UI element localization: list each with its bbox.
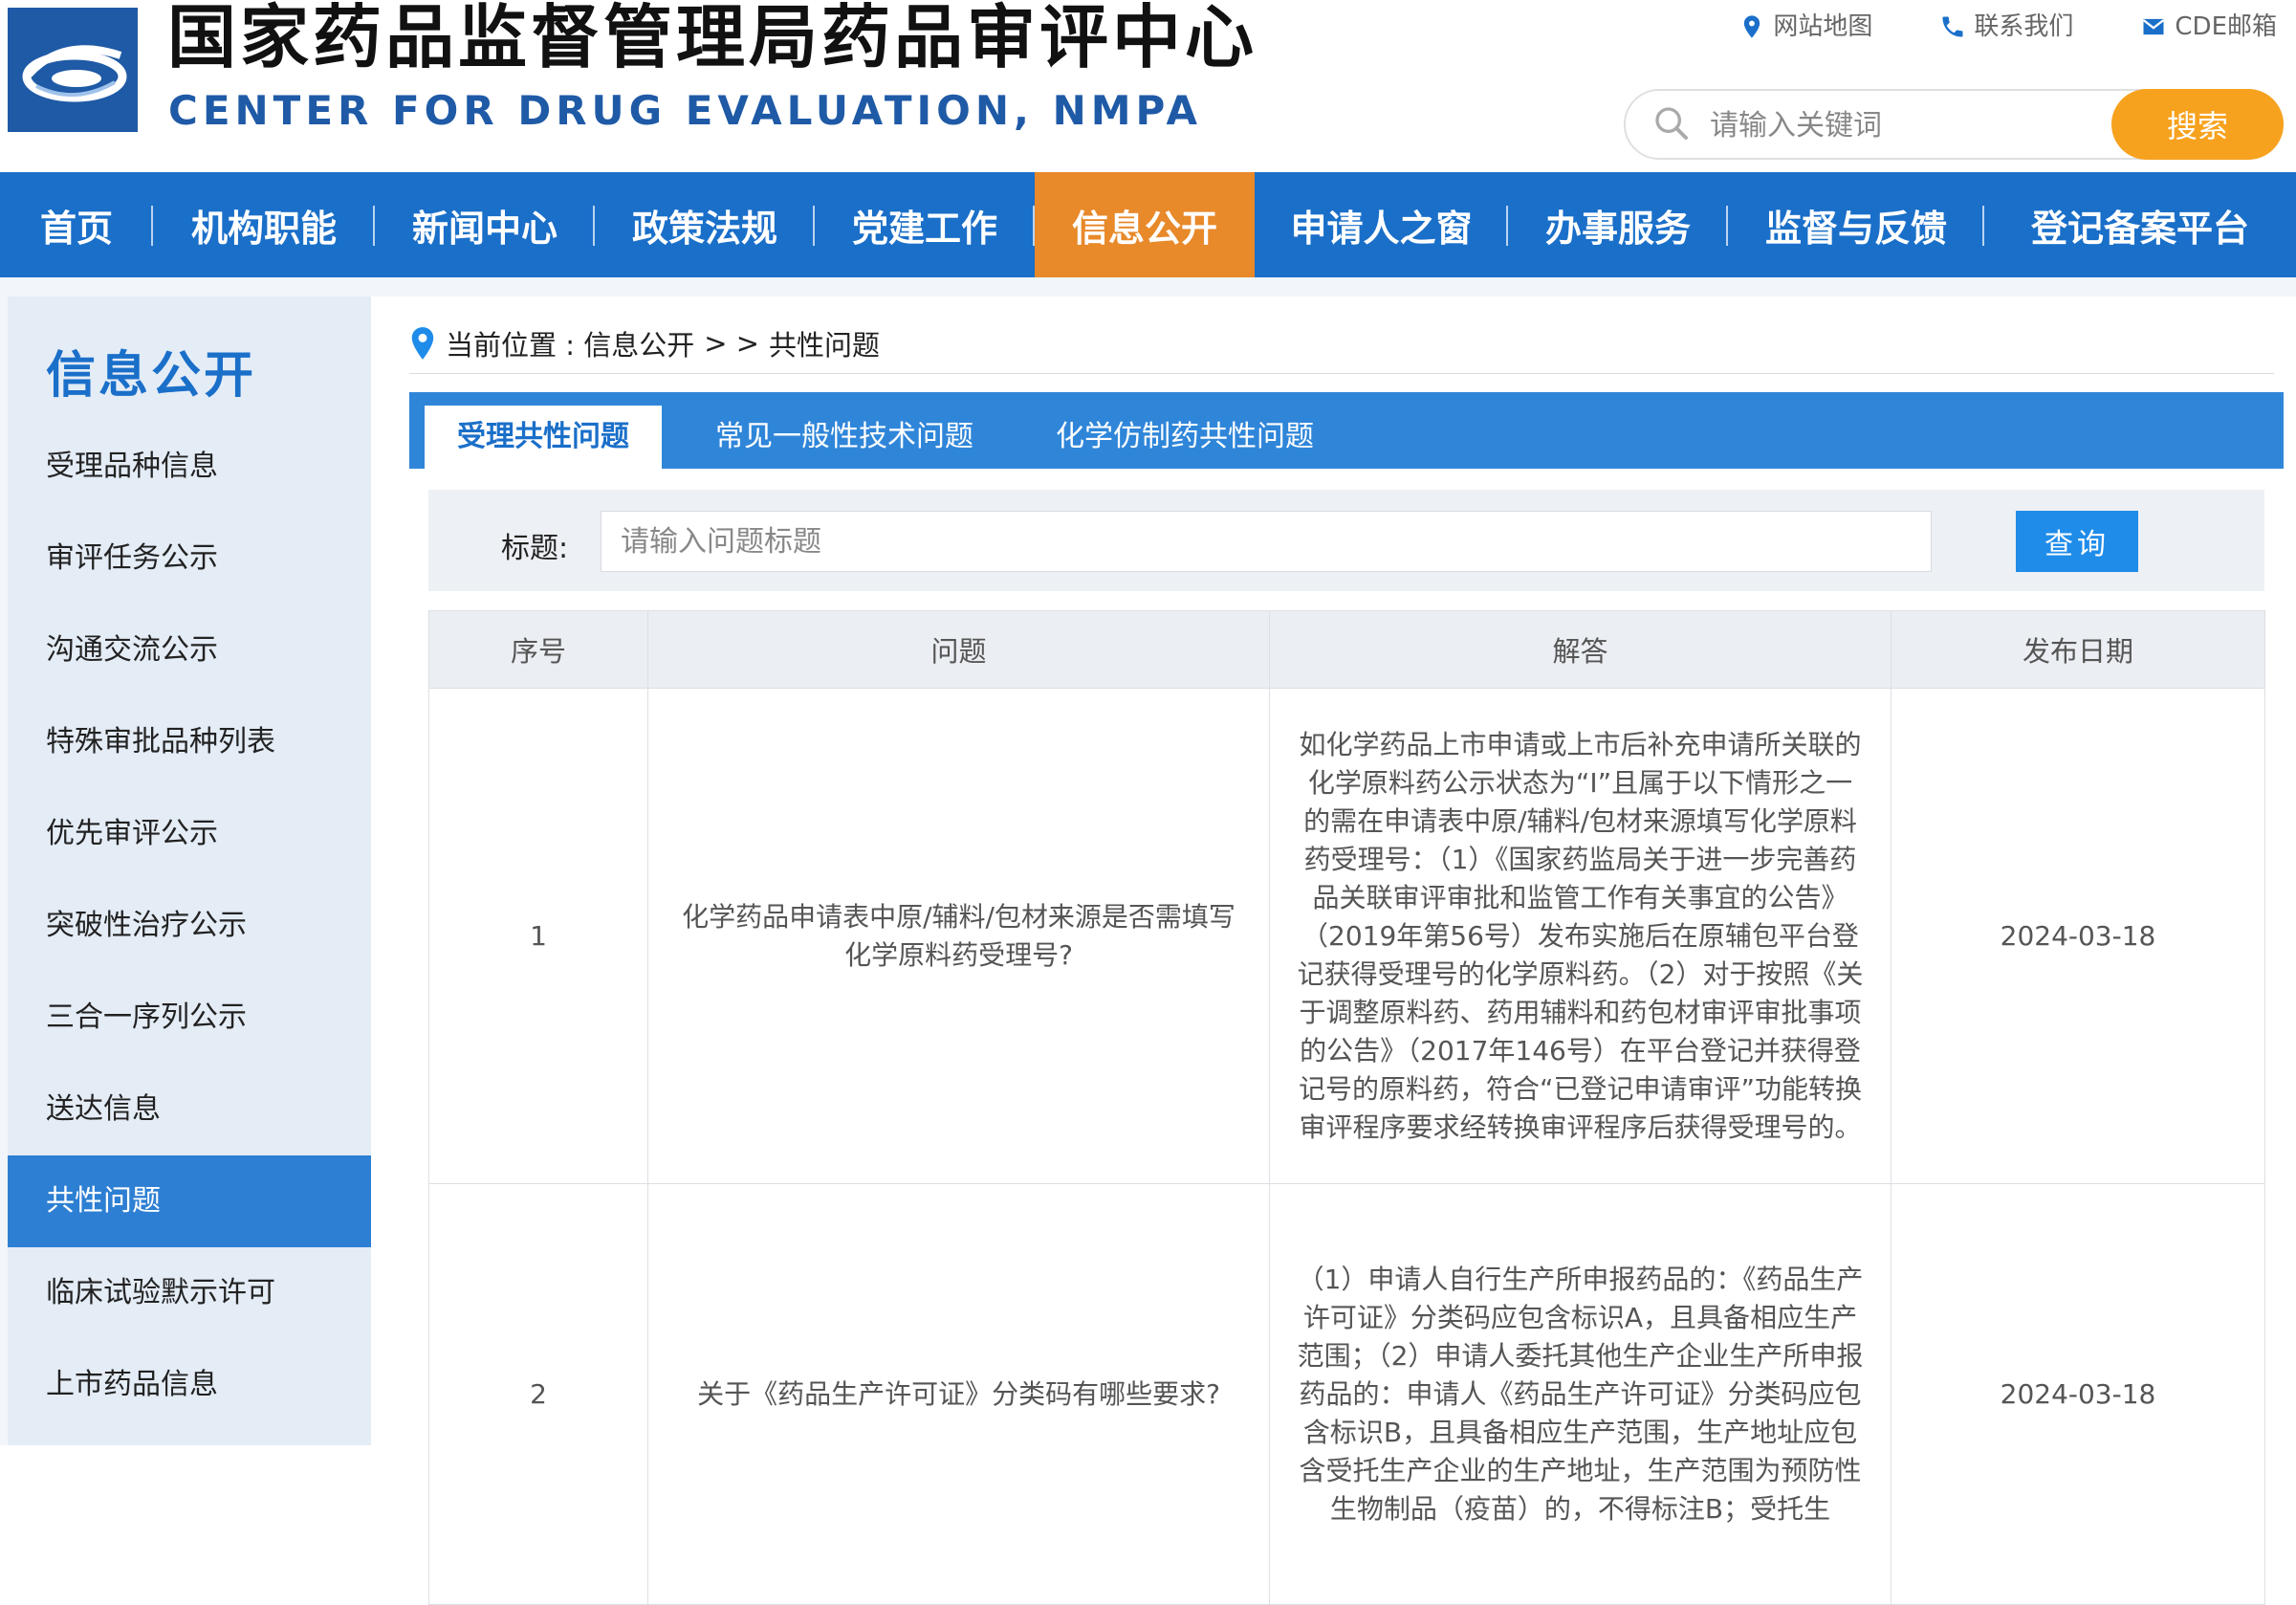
row-no: 2 — [428, 1183, 648, 1605]
sidebar-item-review-tasks[interactable]: 审评任务公示 — [8, 513, 371, 605]
sitemap-link[interactable]: 网站地图 — [1738, 10, 1872, 44]
breadcrumb-separator: > > — [704, 327, 760, 360]
tab-bar: 受理共性问题 常见一般性技术问题 化学仿制药共性问题 — [409, 392, 2284, 469]
tab-acceptance-issues[interactable]: 受理共性问题 — [425, 406, 662, 469]
header-question: 问题 — [647, 610, 1270, 689]
sidebar-item-marketed-drugs[interactable]: 上市药品信息 — [8, 1339, 371, 1431]
sidebar-item-three-in-one[interactable]: 三合一序列公示 — [8, 972, 371, 1064]
nav-news[interactable]: 新闻中心 — [375, 172, 595, 277]
contact-link[interactable]: 联系我们 — [1939, 10, 2073, 44]
mail-icon — [2143, 18, 2165, 35]
table-row: 2 关于《药品生产许可证》分类码有哪些要求? （1）申请人自行生产所申报药品的：… — [428, 1183, 2265, 1605]
filter-bar: 标题: 查询 — [428, 490, 2264, 591]
row-no: 1 — [428, 688, 648, 1184]
title-filter-input[interactable] — [601, 511, 1932, 572]
search-button[interactable]: 搜索 — [2111, 89, 2284, 160]
sidebar-item-accepted-varieties[interactable]: 受理品种信息 — [8, 421, 371, 513]
query-button[interactable]: 查询 — [2016, 511, 2138, 572]
nav-home[interactable]: 首页 — [0, 172, 153, 277]
sidebar-item-breakthrough[interactable]: 突破性治疗公示 — [8, 880, 371, 972]
sidebar-menu: 受理品种信息 审评任务公示 沟通交流公示 特殊审批品种列表 优先审评公示 突破性… — [8, 421, 371, 1431]
breadcrumb-divider — [409, 373, 2274, 374]
sitemap-label: 网站地图 — [1773, 12, 1873, 41]
nav-applicant[interactable]: 申请人之窗 — [1255, 172, 1508, 277]
nav-party[interactable]: 党建工作 — [815, 172, 1035, 277]
header-date: 发布日期 — [1891, 610, 2265, 689]
header-answer: 解答 — [1269, 610, 1891, 689]
sidebar-item-communication[interactable]: 沟通交流公示 — [8, 605, 371, 696]
main-content: 当前位置 : 信息公开 > > 共性问题 受理共性问题 常见一般性技术问题 化学… — [371, 297, 2296, 1605]
breadcrumb-prefix[interactable]: 当前位置 : 信息公开 — [446, 323, 694, 363]
title-filter-label: 标题: — [501, 532, 569, 565]
sidebar-item-special-approval[interactable]: 特殊审批品种列表 — [8, 696, 371, 788]
nav-info-public[interactable]: 信息公开 — [1035, 172, 1255, 277]
site-header: 国家药品监督管理局药品审评中心 CENTER FOR DRUG EVALUATI… — [0, 0, 2296, 172]
nav-functions[interactable]: 机构职能 — [153, 172, 375, 277]
site-search: 搜索 — [1624, 89, 2284, 160]
logo-emblem-icon — [8, 8, 138, 132]
mailbox-label: CDE邮箱 — [2175, 12, 2277, 41]
site-title-en: CENTER FOR DRUG EVALUATION, NMPA — [168, 87, 1202, 134]
nav-registration[interactable]: 登记备案平台 — [1984, 172, 2296, 277]
breadcrumb-current: 共性问题 — [769, 329, 881, 362]
row-answer: 如化学药品上市申请或上市后补充申请所关联的化学原料药公示状态为“I”且属于以下情… — [1269, 688, 1891, 1184]
nav-policy[interactable]: 政策法规 — [595, 172, 815, 277]
breadcrumb: 当前位置 : 信息公开 > > 共性问题 — [409, 323, 880, 363]
nav-supervision[interactable]: 监督与反馈 — [1728, 172, 1984, 277]
sidebar-item-common-issues[interactable]: 共性问题 — [8, 1155, 371, 1247]
row-question[interactable]: 化学药品申请表中原/辅料/包材来源是否需填写化学原料药受理号? — [647, 688, 1270, 1184]
table-row: 1 化学药品申请表中原/辅料/包材来源是否需填写化学原料药受理号? 如化学药品上… — [428, 688, 2265, 1184]
tab-general-technical[interactable]: 常见一般性技术问题 — [715, 406, 973, 469]
row-answer: （1）申请人自行生产所申报药品的：《药品生产许可证》分类码应包含标识A，且具备相… — [1269, 1183, 1891, 1605]
site-title-cn: 国家药品监督管理局药品审评中心 — [167, 0, 1258, 77]
main-nav: 首页 机构职能 新闻中心 政策法规 党建工作 信息公开 申请人之窗 办事服务 监… — [0, 172, 2296, 277]
sidebar-title: 信息公开 — [46, 347, 257, 405]
row-date: 2024-03-18 — [1891, 688, 2265, 1184]
map-pin-icon — [1744, 15, 1760, 38]
common-issues-table: 序号 问题 解答 发布日期 1 化学药品申请表中原/辅料/包材来源是否需填写化学… — [428, 610, 2265, 1605]
table-header-row: 序号 问题 解答 发布日期 — [428, 610, 2265, 689]
cde-logo[interactable] — [8, 8, 138, 132]
sidebar-item-priority-review[interactable]: 优先审评公示 — [8, 788, 371, 880]
nav-services[interactable]: 办事服务 — [1508, 172, 1728, 277]
sidebar-item-delivery[interactable]: 送达信息 — [8, 1064, 371, 1155]
phone-icon — [1942, 16, 1963, 37]
row-question[interactable]: 关于《药品生产许可证》分类码有哪些要求? — [647, 1183, 1270, 1605]
search-icon — [1655, 107, 1688, 140]
tab-generic-chemical[interactable]: 化学仿制药共性问题 — [1056, 406, 1314, 469]
sidebar: 信息公开 受理品种信息 审评任务公示 沟通交流公示 特殊审批品种列表 优先审评公… — [8, 297, 371, 1445]
contact-label: 联系我们 — [1974, 12, 2074, 41]
row-date: 2024-03-18 — [1891, 1183, 2265, 1605]
sidebar-item-clinical-trial[interactable]: 临床试验默示许可 — [8, 1247, 371, 1339]
top-links: 网站地图 联系我们 CDE邮箱 — [1738, 10, 2277, 44]
location-pin-icon — [411, 327, 434, 360]
header-no: 序号 — [428, 610, 648, 689]
mailbox-link[interactable]: CDE邮箱 — [2140, 10, 2277, 44]
